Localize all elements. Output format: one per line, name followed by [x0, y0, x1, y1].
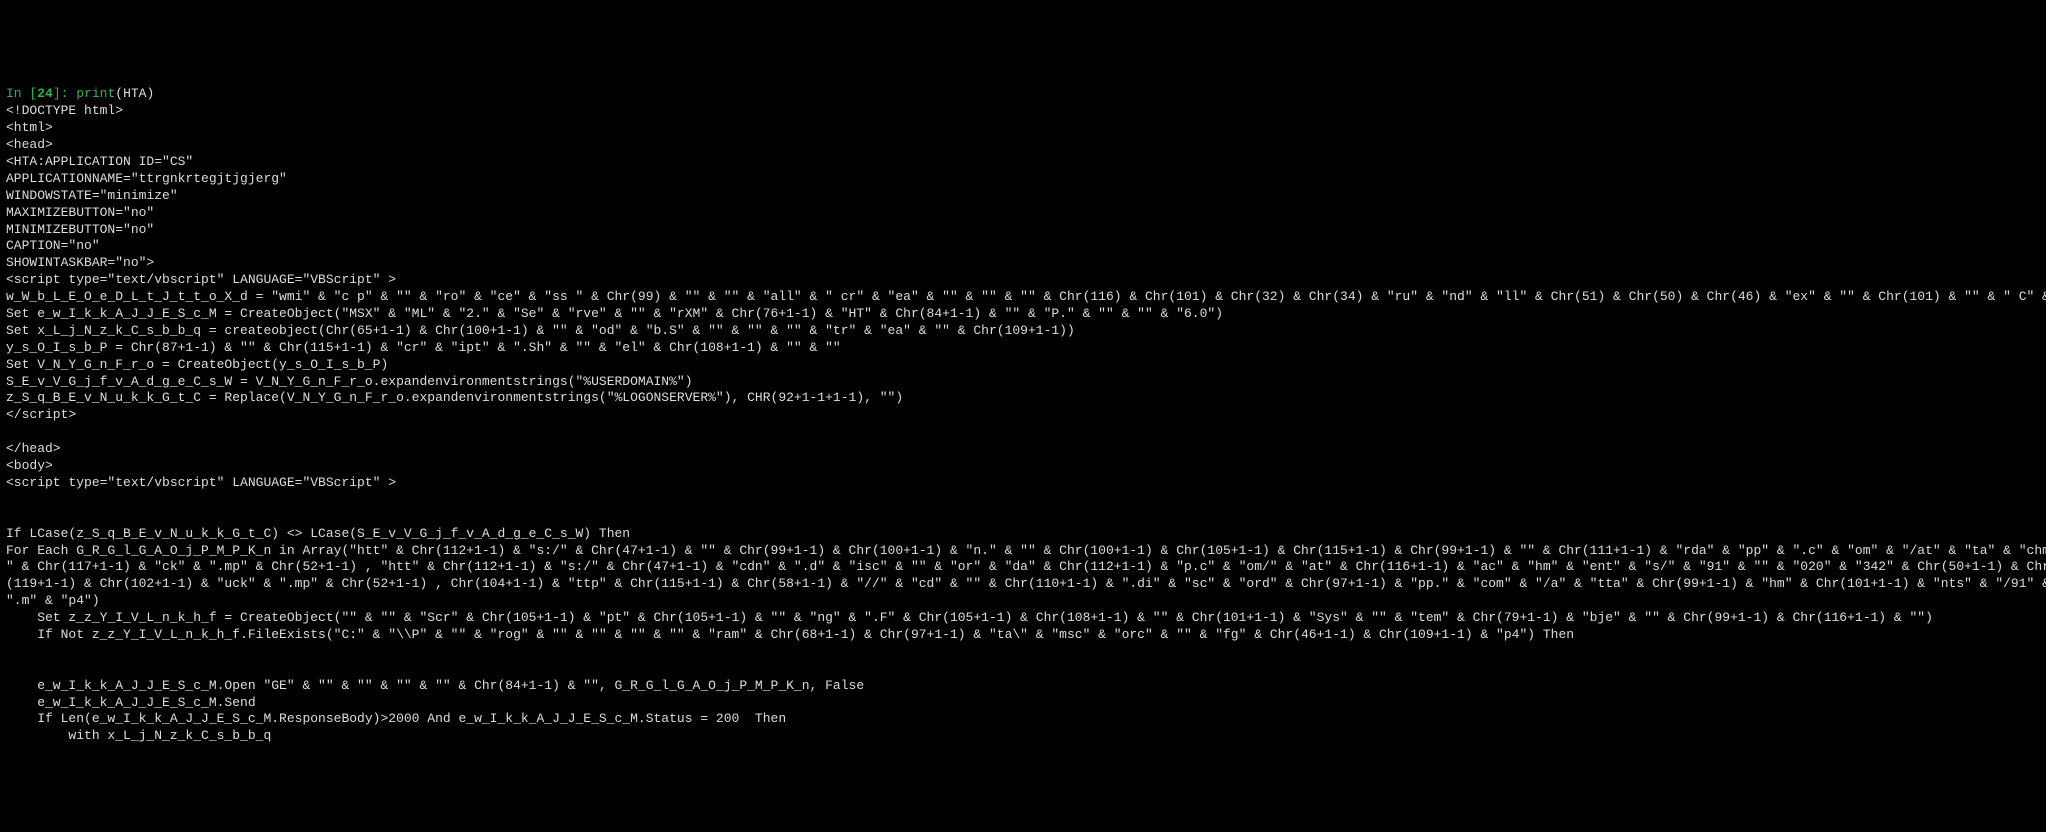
paren-open: ( — [115, 86, 123, 101]
fn-arg: HTA — [123, 86, 146, 101]
notebook-cell: In [24]: print(HTA) <!DOCTYPE html> <htm… — [0, 84, 2046, 747]
cell-output: <!DOCTYPE html> <html> <head> <HTA:APPLI… — [6, 103, 2040, 745]
paren-close: ) — [146, 86, 154, 101]
fn-call: print — [76, 86, 115, 101]
exec-count: 24 — [37, 86, 53, 101]
input-prompt: In [24]: — [6, 86, 76, 101]
prompt-close: ]: — [53, 86, 76, 101]
prompt-in: In [ — [6, 86, 37, 101]
